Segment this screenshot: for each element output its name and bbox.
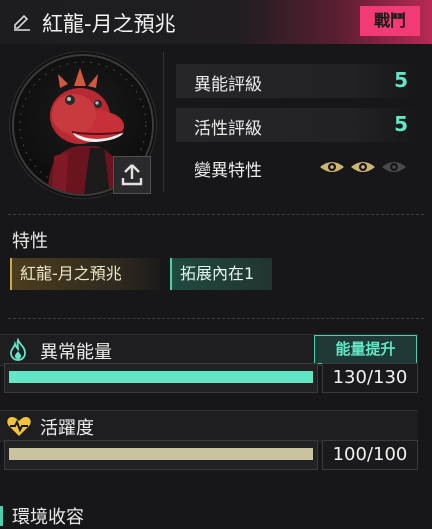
title-bar: 紅龍-月之預兆 戰鬥 [0, 0, 432, 44]
section-marker [0, 506, 3, 526]
energy-bar [4, 363, 318, 393]
dashed-divider [8, 318, 424, 319]
share-button[interactable] [113, 156, 151, 194]
mutation-eye-icons [318, 157, 408, 177]
eye-icon [351, 162, 375, 172]
eye-icon-inactive [382, 162, 406, 172]
divider [163, 52, 164, 192]
dashed-divider [8, 214, 424, 215]
stat-label: 活性評級 [194, 119, 262, 139]
combat-badge: 戰鬥 [360, 6, 420, 36]
eye-icon [320, 162, 344, 172]
activity-bar-fill [9, 448, 313, 460]
upload-icon [121, 164, 143, 186]
trait-tag-red-dragon[interactable]: 紅龍-月之預兆 [10, 258, 160, 290]
trait-tag-expand-inner[interactable]: 拓展內在1 [170, 258, 272, 290]
containment-title: 環境收容 [12, 507, 84, 528]
flame-icon [10, 338, 26, 361]
energy-boost-button[interactable]: 能量提升 [314, 335, 417, 364]
energy-label: 異常能量 [40, 342, 112, 363]
stat-label: 變異特性 [194, 161, 262, 181]
stat-value: 5 [394, 112, 408, 136]
activity-label: 活躍度 [40, 418, 94, 439]
energy-value: 130/130 [322, 363, 418, 393]
creature-name: 紅龍-月之預兆 [42, 12, 176, 36]
stat-label: 異能評級 [194, 75, 262, 95]
activity-value: 100/100 [322, 440, 418, 470]
traits-title: 特性 [12, 231, 48, 252]
pencil-icon[interactable] [12, 12, 32, 32]
activity-header: 活躍度 [0, 410, 418, 442]
stat-row-ability-rating: 異能評級 5 [176, 64, 422, 98]
energy-bar-fill [9, 371, 313, 383]
heart-pulse-icon [7, 417, 31, 436]
activity-bar [4, 440, 318, 470]
stat-row-vitality-rating: 活性評級 5 [176, 108, 422, 142]
stat-value: 5 [394, 68, 408, 92]
stat-row-mutation-traits: 變異特性 [176, 150, 422, 184]
